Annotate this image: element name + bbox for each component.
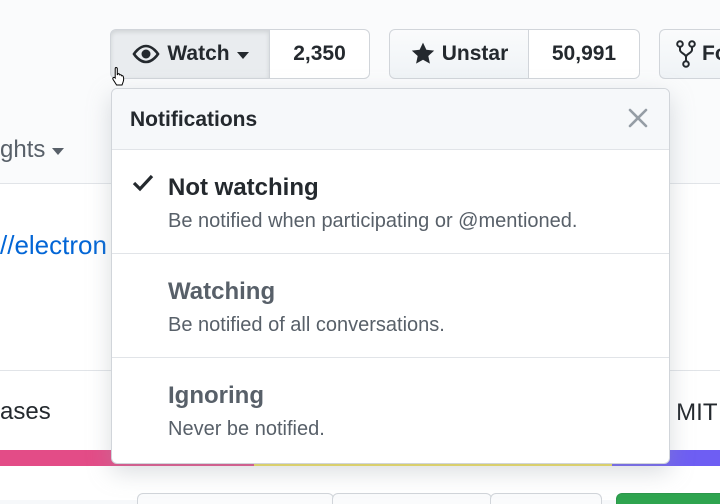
stargazers-count[interactable]: 50,991 [529, 29, 640, 79]
star-button-group: Unstar 50,991 [389, 29, 640, 79]
option-title: Watching [168, 278, 276, 305]
watch-button-group: Watch 2,350 [110, 29, 370, 79]
notification-option-watching[interactable]: Watching Be notified of all conversation… [112, 254, 669, 358]
clone-download-button[interactable] [616, 493, 720, 504]
close-icon[interactable] [627, 107, 649, 129]
tab-insights[interactable]: ghts [0, 136, 65, 164]
fork-icon [676, 40, 696, 68]
option-description: Never be notified. [168, 418, 325, 440]
fork-button-group: Fo [659, 29, 720, 79]
tab-insights-label: ghts [0, 136, 46, 163]
notification-option-not-watching[interactable]: Not watching Be notified when participat… [112, 150, 669, 254]
dropdown-title: Notifications [130, 108, 258, 131]
eye-icon [132, 44, 160, 64]
option-description: Be notified when participating or @menti… [168, 210, 578, 232]
notification-option-ignoring[interactable]: Ignoring Never be notified. [112, 358, 669, 462]
fork-label: Fo [702, 42, 720, 65]
dropdown-header: Notifications [112, 89, 669, 150]
watchers-count[interactable]: 2,350 [270, 29, 370, 79]
chevron-down-icon [236, 51, 249, 59]
watch-label: Watch [167, 42, 230, 65]
unstar-label: Unstar [441, 42, 509, 65]
option-title: Ignoring [168, 382, 264, 409]
option-description: Be notified of all conversations. [168, 314, 445, 336]
option-title: Not watching [168, 174, 319, 201]
create-file-button[interactable] [490, 493, 602, 504]
hand-cursor-icon [112, 66, 125, 86]
star-icon [411, 42, 434, 64]
fork-button[interactable]: Fo [659, 29, 720, 79]
new-pull-request-button[interactable] [332, 493, 492, 504]
unstar-button[interactable]: Unstar [389, 29, 529, 79]
branch-button[interactable] [137, 493, 334, 504]
chevron-down-icon [52, 147, 65, 155]
homepage-link[interactable]: //electron [0, 230, 107, 261]
check-icon [132, 174, 154, 192]
releases-link[interactable]: ases [0, 398, 51, 426]
watch-button[interactable]: Watch [110, 29, 270, 79]
notifications-dropdown: Notifications Not watching Be notified w… [111, 88, 670, 464]
